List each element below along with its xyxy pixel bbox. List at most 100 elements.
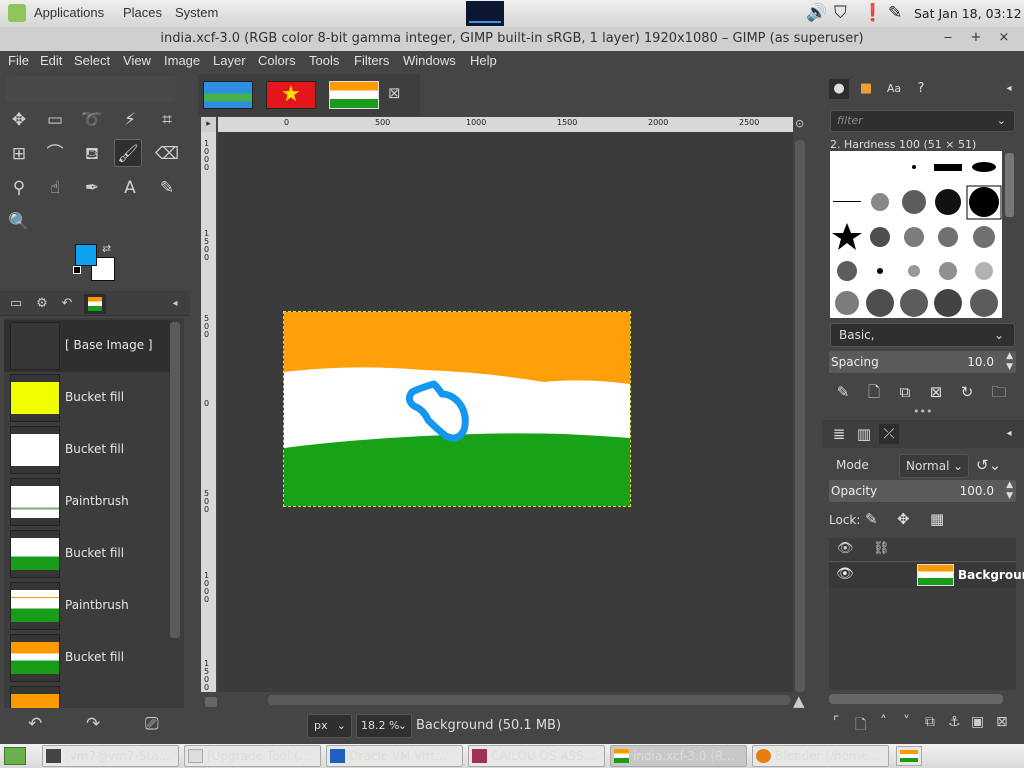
dock-separator-handle[interactable]: ••• [913,405,932,418]
menu-tools[interactable]: Tools [309,53,339,68]
clear-history-icon[interactable]: ⎚ [145,714,159,734]
menu-filters[interactable]: Filters [354,53,389,68]
new-brush-icon[interactable]: 🗋 [863,381,885,403]
redo-icon[interactable]: ↷ [86,714,100,734]
eraser-icon[interactable]: ⌫ [153,140,181,168]
brushes-tab-icon[interactable]: ● [829,79,849,99]
lock-alpha-icon[interactable]: ▦ [930,510,944,528]
lasso-icon[interactable]: ➰ [78,106,106,134]
brush-grid[interactable] [830,151,1002,318]
undo-item[interactable]: Paintbrush [4,580,172,632]
opacity-spinner[interactable]: Opacity 100.0 ▲ ▼ [829,480,1016,502]
visibility-eye-icon[interactable]: 👁 [836,566,854,582]
taskbar-item-upgrade-tool[interactable]: [Upgrade Tool (... [184,745,321,767]
menu-layer[interactable]: Layer [213,53,246,68]
warp-icon[interactable]: ⌒ [41,140,69,168]
tool-options-tab-icon[interactable]: ▭ [5,294,27,314]
volume-icon[interactable]: 🔊 [806,3,827,23]
refresh-brushes-icon[interactable]: ↻ [956,381,978,403]
image-tab-thumbnail[interactable] [329,81,379,109]
taskbar-item-gimp[interactable]: india.xcf-3.0 (R... [610,745,747,767]
dock-menu-icon[interactable]: ◂ [999,424,1019,444]
open-brush-icon[interactable]: 🗀 [988,381,1010,403]
undo-item[interactable]: Bucket fill [4,424,172,476]
zoom-fit-icon[interactable]: ⊙ [795,117,807,132]
shield-icon[interactable]: ⛉ [834,3,847,23]
clone-icon[interactable]: ⚲ [5,174,33,202]
undo-item[interactable]: Bucket fill [4,528,172,580]
help-tab-icon[interactable]: ? [911,79,931,99]
undo-icon[interactable]: ↶ [28,714,42,734]
rect-select-icon[interactable]: ▭ [41,106,69,134]
new-layer-icon[interactable]: 🗋 [855,714,866,738]
undo-item[interactable]: Bucket fill [4,632,172,684]
duplicate-brush-icon[interactable]: ⧉ [894,381,916,403]
unit-select[interactable]: px ⌄ [307,714,352,738]
image-tab-thumbnail[interactable]: ★ [266,81,316,109]
paintbrush-icon[interactable]: 🖌 [114,139,142,167]
system-monitor-applet[interactable] [466,1,504,26]
taskbar-item-virtualbox[interactable]: Oracle VM Virt... [326,745,463,767]
default-colors-icon[interactable] [73,266,81,274]
raise-layer-icon[interactable]: ˄ [880,714,887,730]
reset-mode-icon[interactable]: ↺⌄ [976,456,1001,474]
fuzzy-select-icon[interactable]: ⚡ [116,106,144,134]
menu-view[interactable]: View [123,53,151,68]
spin-arrows-icon[interactable]: ▲ ▼ [1006,480,1013,502]
brush-scrollbar[interactable] [1005,153,1014,217]
patterns-tab-icon[interactable]: ■ [856,79,876,99]
vertical-scrollbar[interactable] [795,140,805,692]
foreground-color-swatch[interactable] [75,244,97,266]
delete-brush-icon[interactable]: ⊠ [925,381,947,403]
menu-file[interactable]: File [8,53,29,68]
transform-icon[interactable]: ⊞ [5,140,33,168]
taskbar-item-blender[interactable]: Blender [/home... [752,745,889,767]
image-tab-thumbnail[interactable] [203,81,253,109]
undo-scrollbar[interactable] [170,322,180,638]
paths-tab-icon[interactable]: ⤫ [879,424,899,444]
fonts-tab-icon[interactable]: Aa [884,79,904,99]
dock-menu-icon[interactable]: ◂ [164,294,186,314]
text-icon[interactable]: A [116,174,144,202]
layer-name[interactable]: Backgroun [958,568,1024,582]
color-picker-icon[interactable]: ✎ [153,174,181,202]
undo-item[interactable]: Paintbrush [4,476,172,528]
clock[interactable]: Sat Jan 18, 03:12 [914,6,1022,21]
swap-colors-icon[interactable]: ⇄ [102,242,111,255]
close-tab-icon[interactable]: ⊠ [388,84,401,102]
spin-arrows-icon[interactable]: ▲ ▼ [1006,351,1013,373]
images-tab-icon[interactable] [84,294,106,314]
quick-mask-icon[interactable]: ▸ [201,117,216,132]
zoom-icon[interactable]: 🔍 [5,208,33,236]
anchor-layer-icon[interactable]: ⚓ [948,714,961,730]
minimize-button[interactable]: ‒ [938,28,958,48]
brush-filter-input[interactable]: filter ⌄ [830,110,1015,132]
undo-item[interactable]: Bucket fill [4,372,172,424]
delete-layer-icon[interactable]: ⊠ [996,714,1008,730]
paths-icon[interactable]: ✒ [78,174,106,202]
mint-menu-icon[interactable] [8,4,26,22]
update-alert-icon[interactable]: ❗ [862,3,883,23]
menu-image[interactable]: Image [164,53,200,68]
undo-history-tab-icon[interactable]: ↶ [56,294,78,314]
menu-select[interactable]: Select [74,53,110,68]
layers-scrollbar[interactable] [829,694,1003,704]
menu-system[interactable]: System [175,5,218,20]
menu-edit[interactable]: Edit [40,53,62,68]
mode-select[interactable]: Normal ⌄ [899,454,969,478]
move-icon[interactable]: ✥ [5,106,33,134]
undo-item[interactable] [4,684,172,708]
menu-places[interactable]: Places [123,5,162,20]
horizontal-scrollbar[interactable] [268,695,790,705]
lower-layer-icon[interactable]: ˅ [903,714,910,730]
pen-icon[interactable]: ✎ [888,3,902,23]
show-desktop-icon[interactable] [4,747,26,765]
taskbar-item-terminal[interactable]: [vm7@vm7-Sta... [42,745,179,767]
menu-colors[interactable]: Colors [258,53,296,68]
layers-tab-icon[interactable]: ≣ [829,424,849,444]
crop-icon[interactable]: ⌗ [153,106,181,134]
smudge-icon[interactable]: ☝ [41,174,69,202]
new-layer-group-icon[interactable]: ⌜ [833,714,840,730]
image-canvas[interactable] [283,311,631,507]
navigate-icon[interactable]: ▲ [793,692,805,710]
